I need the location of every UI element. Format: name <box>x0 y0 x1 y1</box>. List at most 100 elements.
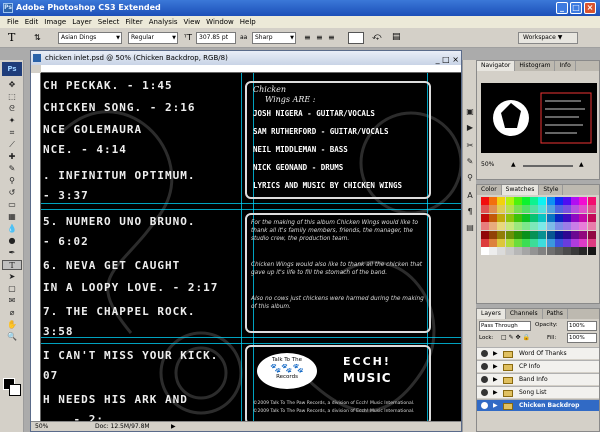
color-swatch[interactable] <box>587 197 596 205</box>
color-swatch[interactable] <box>497 239 506 247</box>
align-left-icon[interactable]: ≡ <box>304 33 311 42</box>
color-swatch[interactable] <box>538 205 547 214</box>
color-swatch[interactable] <box>571 230 580 239</box>
tab-color[interactable]: Color <box>477 185 502 195</box>
eye-icon[interactable] <box>481 363 488 370</box>
color-swatch[interactable] <box>587 205 596 214</box>
expand-arrow-icon[interactable]: ▶ <box>493 348 498 360</box>
color-swatch[interactable] <box>505 205 514 214</box>
marquee-tool-icon[interactable]: ⬚ <box>2 92 22 102</box>
color-swatch[interactable] <box>481 213 489 222</box>
doc-size-info[interactable]: Doc: 12.5M/97.8M <box>95 422 150 432</box>
color-swatch[interactable] <box>563 205 571 214</box>
type-tool-icon[interactable]: T <box>8 31 15 44</box>
guide-horizontal[interactable] <box>41 343 461 344</box>
color-swatch[interactable] <box>571 205 580 214</box>
layer-row-selected[interactable]: ▶ Chicken Backdrop <box>477 399 599 411</box>
slice-tool-icon[interactable]: ⟋ <box>2 140 22 150</box>
color-swatch[interactable] <box>587 239 596 247</box>
menu-help[interactable]: Help <box>237 16 259 28</box>
clone-source-icon[interactable]: ⚲ <box>464 172 476 184</box>
maximize-icon[interactable]: □ <box>570 2 582 14</box>
color-swatch[interactable] <box>530 222 539 231</box>
color-swatch[interactable] <box>538 230 547 239</box>
expand-arrow-icon[interactable]: ▶ <box>493 400 498 412</box>
color-swatch[interactable] <box>587 230 596 239</box>
tab-navigator[interactable]: Navigator <box>477 61 516 71</box>
color-swatch[interactable] <box>513 222 522 231</box>
color-swatch[interactable] <box>513 213 522 222</box>
color-swatch[interactable] <box>554 197 563 205</box>
color-swatch[interactable] <box>554 222 563 231</box>
background-color-swatch[interactable] <box>9 384 21 396</box>
color-swatch[interactable] <box>489 213 498 222</box>
path-selection-icon[interactable]: ➤ <box>2 272 22 282</box>
color-swatch[interactable] <box>513 205 522 214</box>
eye-icon[interactable] <box>481 389 488 396</box>
fill-field[interactable]: 100% <box>567 333 597 343</box>
vertical-ruler[interactable] <box>31 73 41 421</box>
color-swatch[interactable] <box>571 197 580 205</box>
character-panel-icon[interactable]: ▤ <box>392 32 401 42</box>
color-swatch[interactable] <box>563 230 571 239</box>
menu-window[interactable]: Window <box>203 16 237 28</box>
document-canvas[interactable]: CH PECKAK. - 1:45 CHICKEN SONG. - 2:16 N… <box>41 73 461 421</box>
color-swatch[interactable] <box>563 247 571 256</box>
menu-analysis[interactable]: Analysis <box>146 16 181 28</box>
text-color-swatch[interactable] <box>348 32 364 44</box>
color-swatch[interactable] <box>554 230 563 239</box>
history-panel-icon[interactable]: ▣ <box>464 106 476 118</box>
color-swatch[interactable] <box>489 230 498 239</box>
tab-channels[interactable]: Channels <box>506 309 543 319</box>
guide-vertical[interactable] <box>241 73 242 421</box>
color-swatch[interactable] <box>505 197 514 205</box>
eye-icon[interactable] <box>481 402 488 409</box>
zoom-tool-icon[interactable]: 🔍 <box>2 332 22 342</box>
color-swatch[interactable] <box>538 239 547 247</box>
color-swatch[interactable] <box>505 247 514 256</box>
layer-row[interactable]: ▶ Band Info <box>477 373 599 385</box>
magic-wand-tool-icon[interactable]: ✦ <box>2 116 22 126</box>
menu-select[interactable]: Select <box>95 16 123 28</box>
color-swatch[interactable] <box>497 230 506 239</box>
zoom-out-icon[interactable]: ▲ <box>511 161 516 168</box>
horizontal-ruler[interactable] <box>41 65 461 73</box>
color-swatch[interactable] <box>563 213 571 222</box>
zoom-slider[interactable] <box>523 165 573 167</box>
eyedropper-tool-icon[interactable]: ⌀ <box>2 308 22 318</box>
type-tool-icon[interactable]: T <box>2 260 22 270</box>
color-swatch[interactable] <box>505 222 514 231</box>
zoom-level[interactable]: 50% <box>35 422 48 432</box>
orientation-icon[interactable]: ⇅ <box>34 33 41 42</box>
color-swatch[interactable] <box>489 222 498 231</box>
color-swatch[interactable] <box>522 230 530 239</box>
notes-tool-icon[interactable]: ✉ <box>2 296 22 306</box>
brushes-panel-icon[interactable]: ✎ <box>464 156 476 168</box>
color-swatch[interactable] <box>538 197 547 205</box>
color-swatch[interactable] <box>522 247 530 256</box>
color-swatch[interactable] <box>513 239 522 247</box>
color-swatch[interactable] <box>563 197 571 205</box>
clone-stamp-icon[interactable]: ⚲ <box>2 176 22 186</box>
color-swatch[interactable] <box>489 197 498 205</box>
color-swatch[interactable] <box>587 213 596 222</box>
color-swatch[interactable] <box>546 205 555 214</box>
color-swatch[interactable] <box>530 230 539 239</box>
color-swatch[interactable] <box>546 230 555 239</box>
menu-image[interactable]: Image <box>41 16 69 28</box>
color-swatch[interactable] <box>497 205 506 214</box>
paragraph-panel-icon[interactable]: ¶ <box>464 206 476 218</box>
color-swatch[interactable] <box>522 213 530 222</box>
menu-view[interactable]: View <box>181 16 204 28</box>
color-swatch[interactable] <box>522 205 530 214</box>
opacity-field[interactable]: 100% <box>567 321 597 331</box>
expand-arrow-icon[interactable]: ▶ <box>493 374 498 386</box>
color-swatch[interactable] <box>530 205 539 214</box>
color-swatch[interactable] <box>579 205 588 214</box>
color-swatch[interactable] <box>571 239 580 247</box>
warp-text-icon[interactable]: ⤽ <box>372 32 382 42</box>
color-swatch[interactable] <box>587 247 596 256</box>
font-size-field[interactable]: 307.85 pt <box>196 32 236 44</box>
color-swatch[interactable] <box>481 197 489 205</box>
layer-comps-icon[interactable]: ▤ <box>464 222 476 234</box>
